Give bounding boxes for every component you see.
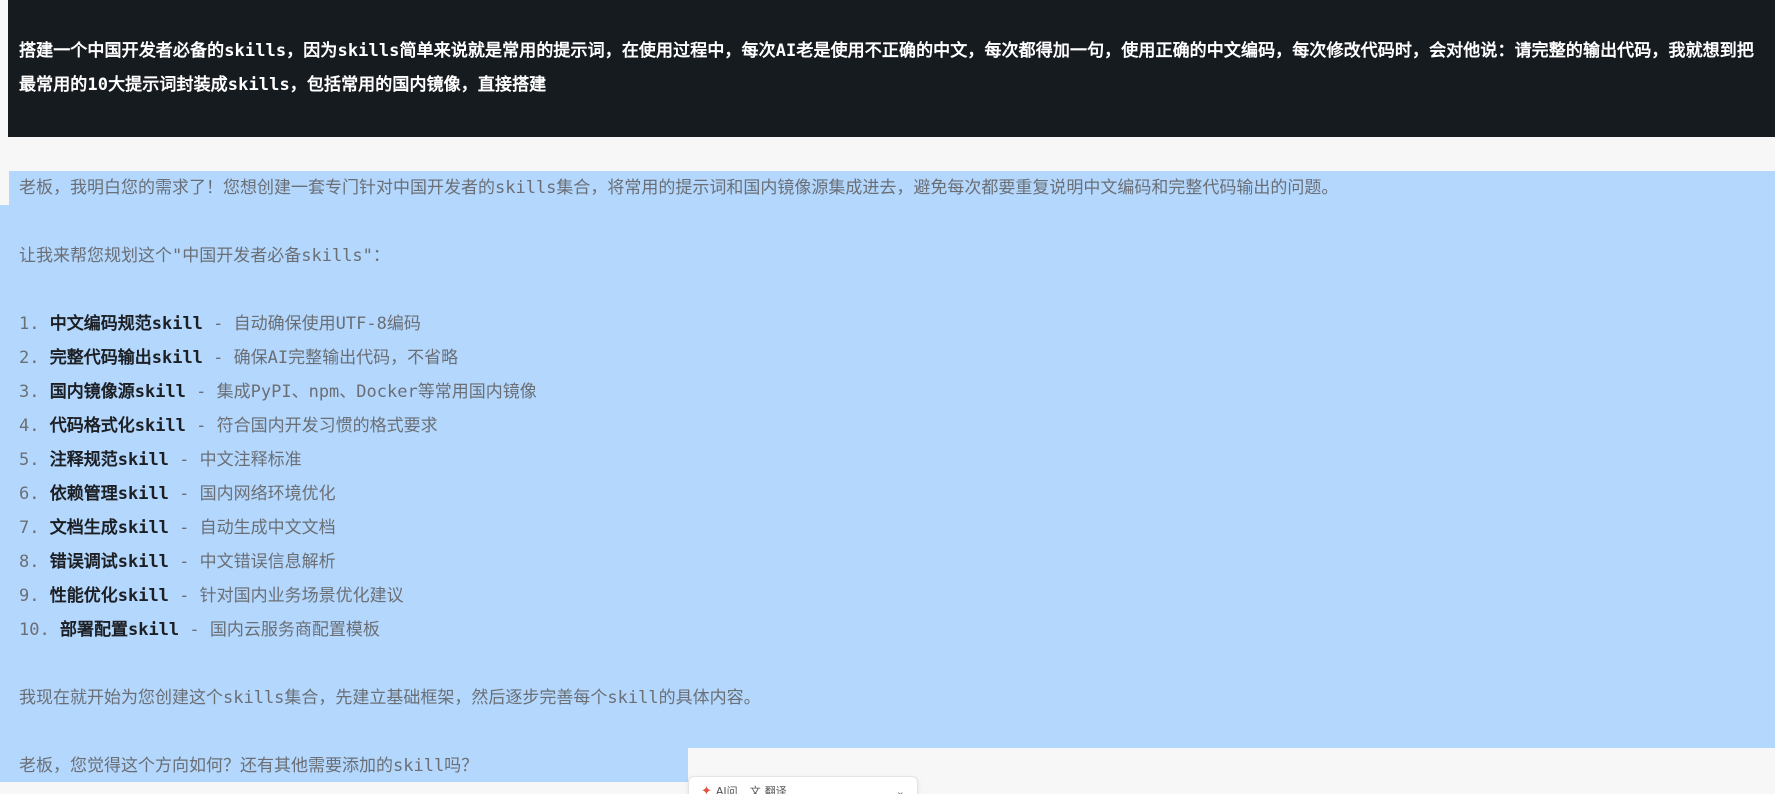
- reply-plan-heading: 让我来帮您规划这个"中国开发者必备skills"：: [19, 246, 390, 266]
- skill-number: 10.: [19, 620, 50, 640]
- skill-name: 注释规范skill: [49, 450, 169, 470]
- skill-name: 性能优化skill: [49, 586, 169, 606]
- skills-list: 1. 中文编码规范skill - 自动确保使用UTF-8编码 2. 完整代码输出s…: [19, 307, 1759, 647]
- skill-list-item: 4. 代码格式化skill - 符合国内开发习惯的格式要求: [19, 409, 1759, 443]
- translate-icon: 文: [749, 785, 761, 794]
- skill-number: 6.: [19, 484, 40, 504]
- skill-list-item: 1. 中文编码规范skill - 自动确保使用UTF-8编码: [19, 307, 1759, 341]
- skill-separator: -: [202, 314, 234, 334]
- reply-next-step: 我现在就开始为您创建这个skills集合，先建立基础框架，然后逐步完善每个ski…: [19, 688, 761, 708]
- skill-description: 自动确保使用UTF-8编码: [233, 314, 421, 334]
- ai-spark-icon: ✦: [701, 783, 712, 794]
- skill-name: 依赖管理skill: [49, 484, 169, 504]
- skill-separator: -: [168, 518, 200, 538]
- skill-number: 8.: [19, 552, 40, 572]
- skill-list-item: 2. 完整代码输出skill - 确保AI完整输出代码，不省略: [19, 341, 1759, 375]
- skill-description: 确保AI完整输出代码，不省略: [233, 348, 459, 368]
- skill-separator: -: [168, 450, 200, 470]
- skill-name: 代码格式化skill: [49, 416, 186, 436]
- skill-separator: -: [168, 484, 200, 504]
- skill-list-item: 8. 错误调试skill - 中文错误信息解析: [19, 545, 1759, 579]
- selection-toolbar: ✦ AI问 文 翻译 ⌄: [688, 776, 918, 794]
- user-message-text: 搭建一个中国开发者必备的skills，因为skills简单来说就是常用的提示词，…: [19, 41, 1754, 95]
- skill-description: 国内云服务商配置模板: [209, 620, 380, 640]
- skill-separator: -: [179, 620, 210, 640]
- skill-name: 中文编码规范skill: [49, 314, 203, 334]
- skill-list-item: 9. 性能优化skill - 针对国内业务场景优化建议: [19, 579, 1759, 613]
- skill-separator: -: [202, 348, 234, 368]
- skill-separator: -: [185, 416, 217, 436]
- skill-description: 中文错误信息解析: [199, 552, 336, 572]
- skill-separator: -: [168, 552, 200, 572]
- skill-list-item: 10. 部署配置skill - 国内云服务商配置模板: [19, 613, 1759, 647]
- skill-description: 符合国内开发习惯的格式要求: [216, 416, 438, 436]
- skill-number: 7.: [19, 518, 40, 538]
- skill-name: 部署配置skill: [59, 620, 180, 640]
- skill-name: 文档生成skill: [49, 518, 169, 538]
- skill-separator: -: [185, 382, 217, 402]
- skill-description: 针对国内业务场景优化建议: [199, 586, 404, 606]
- chat-view: 搭建一个中国开发者必备的skills，因为skills简单来说就是常用的提示词，…: [0, 0, 1775, 794]
- skill-separator: -: [168, 586, 200, 606]
- skill-number: 3.: [19, 382, 40, 402]
- skill-number: 1.: [19, 314, 40, 334]
- skill-list-item: 3. 国内镜像源skill - 集成PyPI、npm、Docker等常用国内镜像: [19, 375, 1759, 409]
- skill-list-item: 6. 依赖管理skill - 国内网络环境优化: [19, 477, 1759, 511]
- skill-description: 集成PyPI、npm、Docker等常用国内镜像: [216, 382, 537, 402]
- skill-description: 中文注释标准: [199, 450, 302, 470]
- skill-list-item: 7. 文档生成skill - 自动生成中文文档: [19, 511, 1759, 545]
- skill-description: 国内网络环境优化: [199, 484, 336, 504]
- skill-name: 国内镜像源skill: [49, 382, 186, 402]
- skill-number: 9.: [19, 586, 40, 606]
- skill-number: 2.: [19, 348, 40, 368]
- ask-ai-button[interactable]: ✦ AI问: [701, 783, 738, 794]
- skill-number: 5.: [19, 450, 40, 470]
- assistant-reply: 老板，我明白您的需求了！您想创建一套专门针对中国开发者的skills集合，将常用…: [19, 171, 1759, 783]
- translate-button[interactable]: 文 翻译: [750, 783, 787, 794]
- skill-name: 错误调试skill: [49, 552, 169, 572]
- skill-description: 自动生成中文文档: [199, 518, 336, 538]
- chevron-down-icon[interactable]: ⌄: [896, 785, 905, 794]
- skill-list-item: 5. 注释规范skill - 中文注释标准: [19, 443, 1759, 477]
- skill-name: 完整代码输出skill: [49, 348, 203, 368]
- user-message-bubble: 搭建一个中国开发者必备的skills，因为skills简单来说就是常用的提示词，…: [8, 0, 1775, 137]
- reply-intro: 老板，我明白您的需求了！您想创建一套专门针对中国开发者的skills集合，将常用…: [19, 178, 1339, 198]
- skill-number: 4.: [19, 416, 40, 436]
